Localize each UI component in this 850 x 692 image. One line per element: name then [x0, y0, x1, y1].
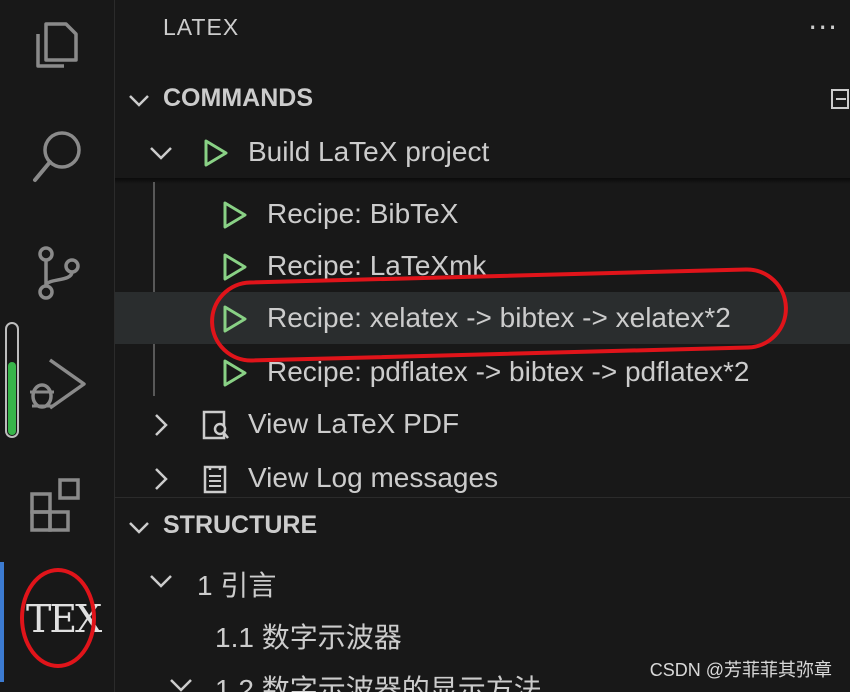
annotation-circle — [20, 568, 96, 668]
source-control-icon[interactable] — [26, 240, 88, 302]
structure-item-label: 1.1 数字示波器 — [215, 622, 402, 653]
log-icon — [203, 465, 227, 494]
chevron-right-icon — [155, 414, 168, 436]
files-icon[interactable] — [26, 12, 88, 74]
recipe-item[interactable]: Recipe: BibTeX — [115, 188, 850, 240]
play-icon — [223, 201, 247, 229]
section-divider — [115, 497, 850, 498]
view-log-messages-label: View Log messages — [248, 462, 499, 493]
collapse-all-icon[interactable] — [830, 84, 850, 112]
chevron-down-icon — [150, 147, 172, 160]
latex-panel: LATEX ··· COMMANDS Build LaTeX project R… — [115, 0, 850, 692]
search-icon[interactable] — [26, 124, 88, 186]
structure-item[interactable]: 1.1 数字示波器 — [115, 606, 850, 658]
progress-indicator — [5, 322, 19, 438]
recipe-label: Recipe: BibTeX — [267, 198, 459, 229]
active-indicator — [0, 562, 4, 682]
chevron-down-icon — [170, 679, 192, 692]
chevron-right-icon — [155, 468, 168, 490]
recipe-label: Recipe: pdflatex -> bibtex -> pdflatex*2 — [267, 356, 750, 387]
annotation-ring — [209, 266, 789, 364]
pdf-preview-icon — [202, 410, 229, 440]
structure-item[interactable]: 1 引言 — [115, 554, 850, 606]
progress-fill — [8, 362, 16, 435]
extensions-icon[interactable] — [26, 474, 88, 536]
chevron-down-icon — [129, 95, 149, 107]
commands-section-header[interactable]: COMMANDS — [115, 76, 850, 122]
structure-section-label: STRUCTURE — [163, 511, 318, 539]
chevron-down-icon — [150, 575, 172, 588]
chevron-down-icon — [129, 522, 149, 534]
more-actions-icon[interactable]: ··· — [808, 8, 838, 48]
play-icon — [223, 253, 247, 281]
build-latex-project-label: Build LaTeX project — [248, 136, 490, 167]
structure-section-header[interactable]: STRUCTURE — [115, 503, 850, 549]
structure-item-label: 1.2 数字示波器的显示方法 — [215, 674, 542, 692]
run-debug-icon[interactable] — [26, 352, 88, 414]
build-latex-project-item[interactable]: Build LaTeX project — [115, 126, 850, 178]
structure-item-label: 1 引言 — [197, 570, 277, 601]
view-latex-pdf-item[interactable]: View LaTeX PDF — [115, 398, 850, 450]
panel-title: LATEX — [163, 14, 240, 40]
activity-bar: TEX — [0, 0, 115, 692]
commands-section-label: COMMANDS — [163, 84, 313, 112]
sticky-scroll-shadow — [115, 178, 850, 184]
play-icon — [204, 139, 228, 167]
watermark: CSDN @芳菲菲其弥章 — [649, 660, 832, 680]
vscode-window: TEX LATEX ··· COMMANDS Build LaTeX proje… — [0, 0, 850, 692]
play-icon — [223, 359, 247, 387]
view-latex-pdf-label: View LaTeX PDF — [248, 408, 460, 439]
